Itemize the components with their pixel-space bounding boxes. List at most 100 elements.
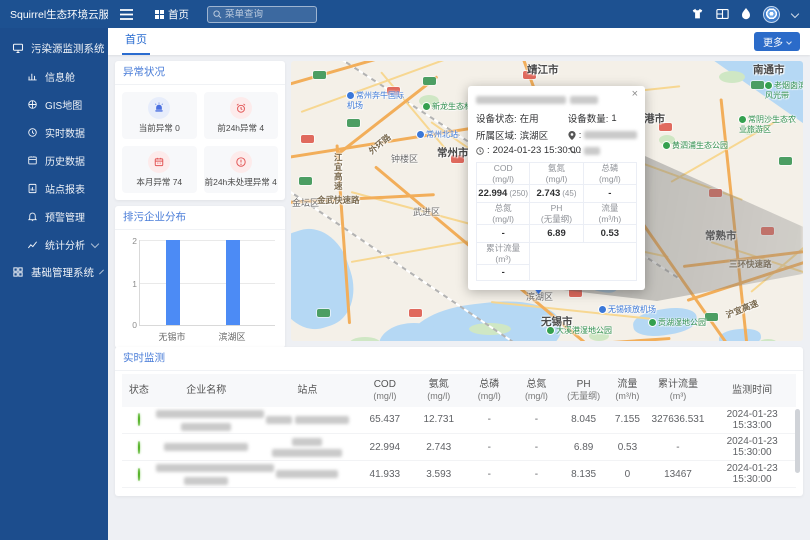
flow-value: 0.53: [607, 434, 647, 461]
sidebar-item-info-cabin[interactable]: 信息舱: [0, 62, 108, 90]
tn-value: -: [513, 461, 560, 488]
search-input[interactable]: [225, 9, 311, 20]
map-canvas[interactable]: 靖江市南通市张家港市常州市钟楼区武进区金坛区常熟市无锡市滨湖区常州奔牛国际机场常…: [291, 61, 803, 341]
flame-icon[interactable]: [741, 8, 751, 20]
abnormal-card-24h[interactable]: 前24h异常 4: [204, 92, 279, 139]
region-label: 所属区域:: [476, 128, 517, 142]
card-label: 本月异常: [136, 177, 170, 187]
theme-shirt-icon[interactable]: [691, 8, 704, 20]
sidebar-item-gis-map[interactable]: GIS地图: [0, 90, 108, 118]
col-tn: 总氮(mg/l): [513, 374, 560, 407]
map-road-badge: [569, 289, 582, 297]
panel-title: 实时监测: [115, 347, 803, 371]
close-icon[interactable]: ×: [632, 89, 638, 100]
map-park: [719, 71, 745, 83]
map-label: 常州北站: [417, 130, 458, 140]
map-label: 靖江市: [527, 64, 559, 77]
map-label: 外环路: [367, 132, 393, 156]
device-name-redacted: [476, 94, 637, 105]
sidebar-item-station-report[interactable]: 站点报表: [0, 174, 108, 202]
col-flow: 流量(m³/h): [607, 374, 647, 407]
sidebar-item-history-data[interactable]: 历史数据: [0, 146, 108, 174]
popup-metrics-table: COD(mg/l) 氨氮(mg/l) 总磷(mg/l) 22.994(250) …: [476, 162, 637, 281]
abnormal-card-current[interactable]: 当前异常 0: [122, 92, 197, 139]
address-redacted: [584, 131, 637, 139]
chart-bar[interactable]: [166, 240, 180, 325]
map-label: 江宜高速: [333, 153, 343, 191]
app-logo: Squirrel生态环境云服务平台: [0, 7, 108, 22]
bar-chart: 2 1 0 无锡市 滨湖区: [139, 240, 275, 348]
table-row[interactable]: 65.437 12.731 - - 8.045 7.155 327636.531…: [122, 407, 796, 434]
realtime-table: 状态 企业名称 站点 COD(mg/l) 氨氮(mg/l) 总磷(mg/l) 总…: [122, 374, 796, 488]
tab-home[interactable]: 首页: [122, 28, 150, 55]
chart-bar[interactable]: [226, 240, 240, 325]
sidebar-item-pollution-monitor-system[interactable]: 污染源监测系统: [0, 34, 108, 62]
sidebar-item-realtime-data[interactable]: 实时数据: [0, 118, 108, 146]
station-name-redacted: [257, 407, 358, 434]
topbar: Squirrel生态环境云服务平台 首页: [0, 0, 810, 28]
clock-icon: [27, 127, 38, 138]
sidebar-item-alert-management[interactable]: 预警管理: [0, 202, 108, 230]
card-value: 4: [259, 123, 264, 133]
chevron-down-icon: [99, 270, 104, 275]
metric-value: 2.743(45): [530, 185, 583, 203]
device-status-label: 设备状态:: [476, 111, 517, 125]
topbar-home-label: 首页: [168, 7, 189, 22]
flow-value: 0: [607, 461, 647, 488]
col-nh3n: 氨氮(mg/l): [412, 374, 466, 407]
col-tp: 总磷(mg/l): [466, 374, 513, 407]
scrollbar-thumb[interactable]: [795, 409, 800, 473]
company-name-redacted: [156, 407, 257, 434]
map-label: 常州市: [437, 147, 469, 160]
user-menu-chevron-icon[interactable]: [791, 10, 799, 18]
time-value: 2024-01-23 15:30:00: [708, 461, 796, 488]
col-cod: COD(mg/l): [358, 374, 412, 407]
monitor-icon: [12, 42, 24, 54]
topbar-home-link[interactable]: 首页: [155, 7, 189, 22]
tn-value: -: [513, 434, 560, 461]
x-category: 无锡市: [150, 330, 194, 343]
map-label: 老烟囱滨江风光带: [765, 81, 803, 100]
card-label: 前24h未处理异常: [205, 177, 270, 187]
sidebar-item-base-management-system[interactable]: 基础管理系统: [0, 258, 108, 286]
user-avatar[interactable]: [763, 6, 780, 23]
card-label: 当前异常: [139, 123, 173, 133]
menu-search-box[interactable]: [207, 6, 317, 23]
more-button[interactable]: 更多: [754, 32, 800, 51]
redacted-text: [570, 96, 598, 104]
card-value: 4: [272, 177, 277, 187]
abnormal-card-month[interactable]: 本月异常 74: [122, 146, 197, 193]
card-value: 0: [175, 123, 180, 133]
calendar-icon: [148, 151, 170, 173]
metric-header: COD(mg/l): [477, 163, 530, 185]
history-icon: [27, 155, 38, 166]
metric-value: 22.994(250): [477, 185, 530, 203]
map-label: 黄泗浦生态公园: [663, 141, 728, 151]
col-station: 站点: [257, 374, 358, 407]
metric-header: 总磷(mg/l): [584, 163, 637, 185]
table-row[interactable]: 41.933 3.593 - - 8.135 0 13467 2024-01-2…: [122, 461, 796, 488]
card-label: 前24h异常: [217, 123, 257, 133]
tp-value: -: [466, 461, 513, 488]
table-header-row: 状态 企业名称 站点 COD(mg/l) 氨氮(mg/l) 总磷(mg/l) 总…: [122, 374, 796, 407]
map-label: 武进区: [413, 207, 440, 218]
phone-icon: [568, 147, 576, 155]
map-road-badge: [751, 81, 764, 89]
total-flow-value: -: [648, 434, 709, 461]
map-road-badge: [409, 309, 422, 317]
table-row[interactable]: 22.994 2.743 - - 6.89 0.53 - 2024-01-23 …: [122, 434, 796, 461]
grid-icon: [155, 10, 164, 19]
menu-toggle-icon[interactable]: [120, 9, 133, 20]
region-value: 滨湖区: [520, 128, 549, 142]
map-road-badge: [313, 71, 326, 79]
tp-value: -: [466, 407, 513, 434]
flow-value: 7.155: [607, 407, 647, 434]
layout-icon[interactable]: [716, 8, 729, 20]
company-name-redacted: [156, 434, 257, 461]
abnormal-card-unhandled[interactable]: 前24h未处理异常 4: [204, 146, 279, 193]
sidebar-item-statistics[interactable]: 统计分析: [0, 230, 108, 258]
search-icon: [213, 10, 222, 19]
enterprise-distribution-panel: 排污企业分布 2 1 0 无锡市 滨湖区: [115, 206, 285, 348]
col-total-flow: 累计流量(m³): [648, 374, 709, 407]
status-dot-green: [138, 468, 140, 481]
